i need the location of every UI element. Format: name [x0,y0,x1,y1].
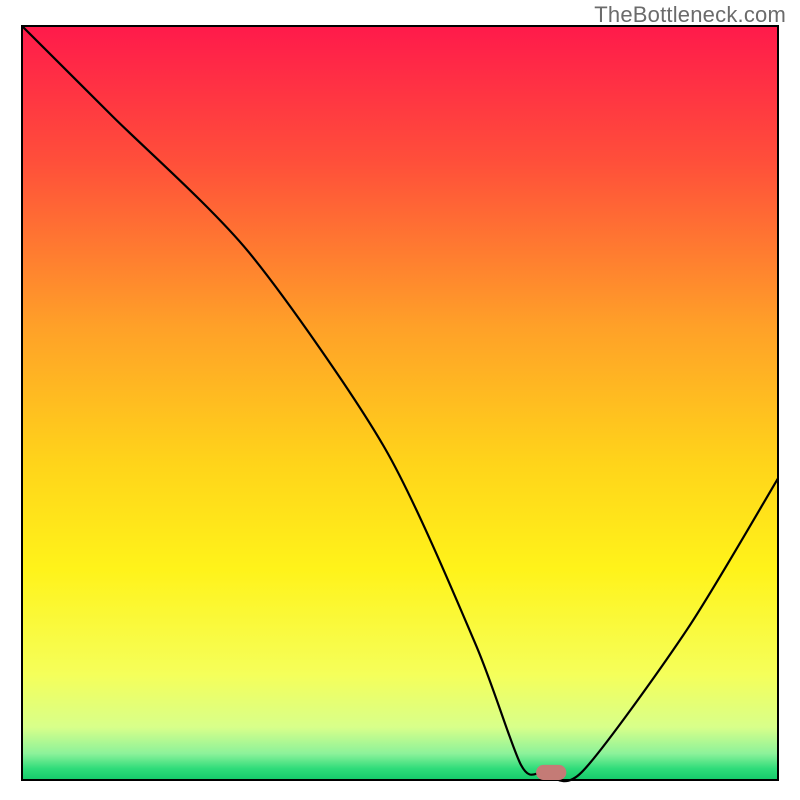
watermark-text: TheBottleneck.com [594,2,786,28]
highlight-marker [536,765,566,780]
chart-container: TheBottleneck.com [0,0,800,800]
bottleneck-chart [0,0,800,800]
